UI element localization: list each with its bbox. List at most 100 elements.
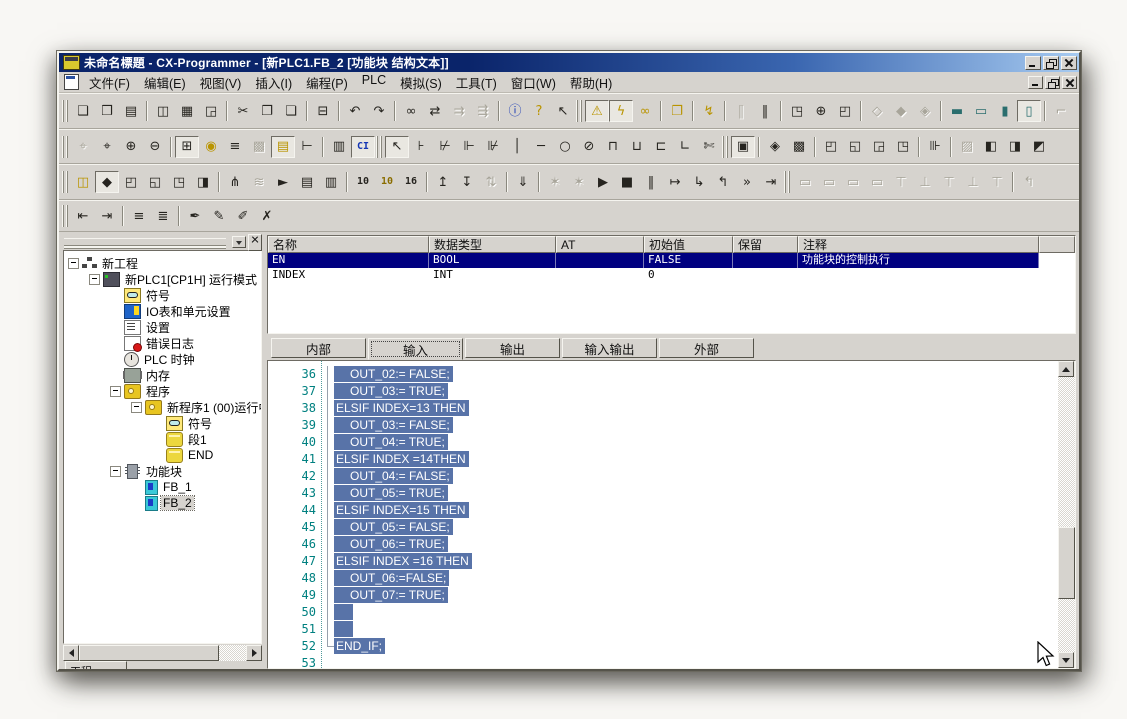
new-fb-parameter-button[interactable]: ∟ — [673, 136, 697, 158]
new-horizontal-button[interactable]: ─ — [529, 136, 553, 158]
pause-button[interactable]: ‖ — [753, 100, 777, 122]
mdi-close-button[interactable] — [1062, 76, 1077, 89]
expander-icon[interactable] — [68, 258, 79, 269]
toolbar-gripper[interactable] — [62, 205, 68, 227]
code-line-36[interactable]: OUT_02:= FALSE; — [322, 366, 1058, 383]
monitor-decimal-button[interactable]: 10 — [351, 171, 375, 193]
window-zoom-2-button[interactable]: ◨ — [1003, 136, 1027, 158]
open-button[interactable]: ❒ — [95, 100, 119, 122]
tab-input[interactable]: 输入 — [368, 338, 463, 360]
io-comment-view-2-button[interactable]: ◱ — [843, 136, 867, 158]
scrollbar-track[interactable] — [1058, 377, 1075, 652]
monitor-signed-decimal-button[interactable]: 10 — [375, 171, 399, 193]
continuous-step-button[interactable]: » — [735, 171, 759, 193]
new-contact-button[interactable]: ⊦ — [409, 136, 433, 158]
undo-button[interactable]: ↶ — [343, 100, 367, 122]
st-code-editor[interactable]: 363738394041424344454647484950515253 OUT… — [267, 360, 1076, 669]
toggle-address-reference-button[interactable]: ◱ — [143, 171, 167, 193]
code-line-52[interactable]: END_IF; — [322, 638, 1058, 655]
compile-file-button[interactable]: ◳ — [785, 100, 809, 122]
view-mnemonics-button[interactable]: ▥ — [327, 136, 351, 158]
menu-insert[interactable]: 插入(I) — [248, 71, 299, 94]
time-chart-monitor-button[interactable]: ∿ — [1073, 100, 1079, 122]
overview-button[interactable]: ▩ — [787, 136, 811, 158]
symbol-list-button[interactable]: ⊪ — [923, 136, 947, 158]
tree-item-memory[interactable]: 内存 — [64, 367, 261, 383]
step-run-button[interactable]: ↦ — [663, 171, 687, 193]
rung-wrap-button[interactable]: ► — [271, 171, 295, 193]
scroll-down-button[interactable] — [1058, 652, 1074, 668]
toggle-output-window-button[interactable]: ◆ — [95, 171, 119, 193]
new-instruction-button[interactable]: ⊓ — [601, 136, 625, 158]
code-line-45[interactable]: OUT_05:= FALSE; — [322, 519, 1058, 536]
monitor-watch-button[interactable]: ▮ — [993, 100, 1017, 122]
toolbar-gripper[interactable] — [376, 136, 382, 158]
tree-item-program-symbols[interactable]: 符号 — [64, 415, 261, 431]
run-button[interactable]: ▶ — [591, 171, 615, 193]
save-button[interactable]: ▤ — [119, 100, 143, 122]
code-area[interactable]: OUT_02:= FALSE;OUT_03:= TRUE; ELSIF INDEX… — [322, 361, 1058, 668]
window-zoom-1-button[interactable]: ◧ — [979, 136, 1003, 158]
code-line-49[interactable]: OUT_07:= TRUE; — [322, 587, 1058, 604]
toolbar-gripper[interactable] — [62, 100, 68, 122]
new-instruction-block-button[interactable]: ⊔ — [625, 136, 649, 158]
toolbar-gripper[interactable] — [62, 171, 68, 193]
compare-program-button[interactable]: ◈ — [763, 136, 787, 158]
indent-left-button[interactable]: ⇤ — [71, 205, 95, 227]
tree-item-io-table[interactable]: IO表和单元设置 — [64, 303, 261, 319]
show-grid-button[interactable]: ⊞ — [175, 136, 199, 158]
cross-reference-popup-button[interactable]: ⋔ — [223, 171, 247, 193]
transfer-to-plc-button[interactable]: ⇓ — [511, 171, 535, 193]
toolbar-gripper[interactable] — [784, 171, 790, 193]
scroll-left-button[interactable] — [63, 645, 79, 661]
show-comments-button[interactable]: ◉ — [199, 136, 223, 158]
scan-run-button[interactable]: ⇥ — [759, 171, 783, 193]
tree-item-end-section[interactable]: END — [64, 447, 261, 463]
menu-view[interactable]: 视图(V) — [193, 71, 249, 94]
compile-all-check-button[interactable]: ϟ — [609, 100, 633, 122]
code-line-50[interactable] — [322, 604, 1058, 621]
paste-button[interactable]: ❏ — [279, 100, 303, 122]
toolbar-gripper[interactable] — [576, 100, 582, 122]
compile-program-check-button[interactable]: ⚠ — [585, 100, 609, 122]
expander-icon[interactable] — [131, 402, 142, 413]
indent-right-button[interactable]: ⇥ — [95, 205, 119, 227]
scroll-right-button[interactable] — [246, 645, 262, 661]
code-line-53[interactable] — [322, 655, 1058, 669]
column-header-0[interactable]: 名称 — [268, 236, 429, 253]
expander-icon[interactable] — [110, 386, 121, 397]
code-line-39[interactable]: OUT_03:= FALSE; — [322, 417, 1058, 434]
binary-view-button[interactable]: ▥ — [319, 171, 343, 193]
code-line-37[interactable]: OUT_03:= TRUE; — [322, 383, 1058, 400]
column-header-4[interactable]: 保留 — [733, 236, 798, 253]
check-view-button[interactable]: ◰ — [833, 100, 857, 122]
copy-to-project-button[interactable]: ❐ — [665, 100, 689, 122]
mdi-minimize-button[interactable] — [1028, 76, 1043, 89]
toggle-watch-window-button[interactable]: ◰ — [119, 171, 143, 193]
new-or-contact-button[interactable]: ⊩ — [457, 136, 481, 158]
print-setup-button[interactable]: ◫ — [151, 100, 175, 122]
io-comment-view-1-button[interactable]: ◰ — [819, 136, 843, 158]
close-button[interactable] — [1061, 56, 1077, 70]
code-line-47[interactable]: ELSIF INDEX =16 THEN — [322, 553, 1058, 570]
tree-item-fb2[interactable]: FB_2 — [64, 495, 261, 511]
bookmark-clear-button[interactable]: ✗ — [255, 205, 279, 227]
menu-plc[interactable]: PLC — [355, 71, 393, 94]
replace-button[interactable]: ⇄ — [423, 100, 447, 122]
scrollbar-thumb[interactable] — [1058, 527, 1075, 599]
block-uncomment-button[interactable]: ≣ — [151, 205, 175, 227]
block-comment-button[interactable]: ≡ — [127, 205, 151, 227]
menu-window[interactable]: 窗口(W) — [504, 71, 563, 94]
show-symbol-bar-button[interactable]: ▤ — [271, 136, 295, 158]
restore-button[interactable] — [1043, 56, 1059, 70]
tab-external[interactable]: 外部 — [659, 338, 754, 358]
print-button[interactable]: ▦ — [175, 100, 199, 122]
tree-item-programs[interactable]: 程序 — [64, 383, 261, 399]
window-zoom-3-button[interactable]: ◩ — [1027, 136, 1051, 158]
workspace-close-button[interactable] — [248, 234, 262, 251]
tree-item-function-blocks[interactable]: 功能块 — [64, 463, 261, 479]
set-value-button[interactable]: ↥ — [431, 171, 455, 193]
toolbar-gripper[interactable] — [722, 136, 728, 158]
run-monitor-button[interactable]: ▯ — [1017, 100, 1041, 122]
new-fb-invoke-button[interactable]: ⊏ — [649, 136, 673, 158]
